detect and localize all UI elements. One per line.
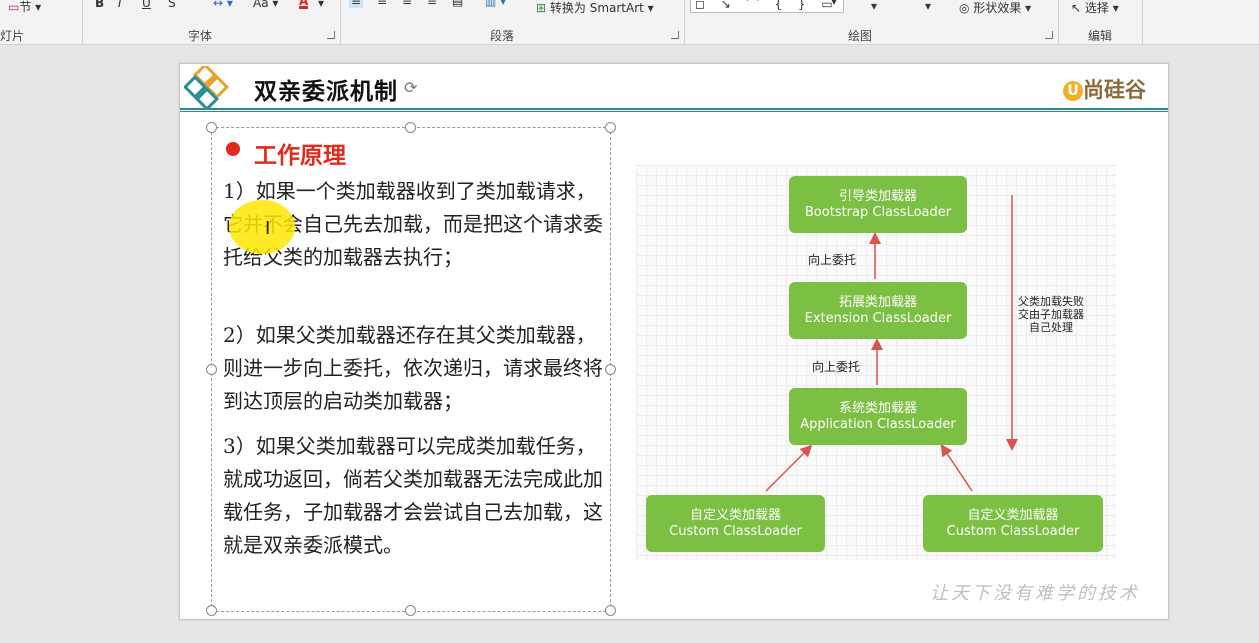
bootstrap-loader-box[interactable]: 引导类加载器 Bootstrap ClassLoader bbox=[789, 176, 967, 233]
shape-effects-button[interactable]: ◎ 形状效果 ▾ bbox=[959, 0, 1031, 16]
application-loader-box[interactable]: 系统类加载器 Application ClassLoader bbox=[789, 388, 967, 445]
font-color-dropdown[interactable]: ▾ bbox=[318, 0, 324, 10]
custom-loader-right-box[interactable]: 自定义类加载器 Custom ClassLoader bbox=[923, 495, 1103, 552]
font-group-label: 字体 bbox=[188, 29, 213, 43]
arrow-custom-left-to-app bbox=[765, 444, 813, 492]
extension-en: Extension ClassLoader bbox=[804, 311, 952, 326]
ribbon-separator bbox=[340, 0, 341, 44]
arrange-dropdown[interactable]: ▾ bbox=[871, 0, 877, 13]
logo-diamonds-icon bbox=[184, 66, 230, 110]
drawing-group-label: 绘图 bbox=[848, 29, 873, 43]
smartart-icon: ⊞ bbox=[536, 1, 547, 15]
shadow-button[interactable]: S bbox=[168, 0, 176, 10]
header-rule bbox=[180, 108, 1168, 110]
align-right-button[interactable]: ≡ bbox=[402, 0, 412, 8]
edit-group-label: 编辑 bbox=[1088, 29, 1113, 43]
fail-note: 父类加载失败 交由子加载器 自己处理 bbox=[1018, 295, 1084, 334]
ribbon-separator bbox=[684, 0, 685, 44]
delegate-up-label-1: 向上委托 bbox=[808, 253, 857, 267]
ribbon-separator bbox=[1058, 0, 1059, 44]
change-case-button[interactable]: Aa ▾ bbox=[253, 0, 278, 10]
slide-canvas[interactable]: 双亲委派机制 ⟳ U 尚硅谷 工作原理 1）如果一个类加载器收到了类加载请求，它并… bbox=[179, 63, 1169, 620]
section-heading: 工作原理 bbox=[254, 142, 346, 169]
resize-handle-n[interactable] bbox=[405, 122, 416, 133]
extension-loader-box[interactable]: 拓展类加载器 Extension ClassLoader bbox=[789, 282, 967, 339]
shape-gallery-scroll[interactable]: ▾ bbox=[831, 0, 837, 8]
justify-button[interactable]: ≡ bbox=[427, 0, 437, 8]
italic-button[interactable]: I bbox=[118, 0, 122, 10]
resize-handle-s[interactable] bbox=[405, 605, 416, 616]
char-spacing-icon[interactable]: ↔ ▾ bbox=[213, 0, 233, 10]
resize-handle-nw[interactable] bbox=[206, 122, 217, 133]
custom-left-en: Custom ClassLoader bbox=[669, 524, 802, 539]
custom-left-cn: 自定义类加载器 bbox=[689, 508, 781, 523]
delegate-up-label-2: 向上委托 bbox=[812, 360, 861, 374]
underline-button[interactable]: U bbox=[142, 0, 151, 10]
align-center-button[interactable]: ≡ bbox=[377, 0, 387, 8]
classloader-diagram[interactable]: 引导类加载器 Bootstrap ClassLoader 向上委托 拓展类加载器… bbox=[636, 165, 1116, 560]
paragraph-3: 3）如果父类加载器可以完成类加载任务，就成功返回，倘若父类加载器无法完成此加载任… bbox=[223, 434, 603, 557]
brand-u-icon: U bbox=[1063, 81, 1083, 101]
select-button[interactable]: ↖ 选择 ▾ bbox=[1071, 0, 1119, 16]
resize-handle-ne[interactable] bbox=[605, 122, 616, 133]
font-color-button[interactable]: A bbox=[299, 0, 309, 9]
resize-handle-w[interactable] bbox=[206, 364, 217, 375]
text-box-selected[interactable]: 工作原理 1）如果一个类加载器收到了类加载请求，它并不会自己先去加载，而是把这个… bbox=[206, 122, 616, 616]
custom-loader-left-box[interactable]: 自定义类加载器 Custom ClassLoader bbox=[646, 495, 825, 552]
brand-logo: U 尚硅谷 bbox=[1063, 74, 1146, 104]
section-button[interactable]: ▭节 ▾ bbox=[8, 0, 41, 15]
columns-button[interactable]: ▥ ▾ bbox=[485, 0, 506, 8]
application-cn: 系统类加载器 bbox=[838, 401, 917, 416]
resize-handle-se[interactable] bbox=[605, 605, 616, 616]
ribbon-separator bbox=[82, 0, 83, 44]
resize-handle-sw[interactable] bbox=[206, 605, 217, 616]
cursor-icon: ↖ bbox=[1071, 1, 1082, 15]
quick-styles-dropdown[interactable]: ▾ bbox=[925, 0, 931, 13]
custom-right-en: Custom ClassLoader bbox=[946, 524, 1080, 539]
header-rule-thin bbox=[180, 111, 1168, 112]
cursor-highlight bbox=[229, 200, 295, 254]
bullet-icon bbox=[226, 142, 240, 156]
rotate-handle-icon[interactable]: ⟳ bbox=[404, 78, 417, 97]
paragraph-2: 2）如果父类加载器还存在其父类加载器，则进一步向上委托，依次递归，请求最终将到达… bbox=[223, 323, 603, 413]
slides-group-label: 灯片 bbox=[0, 29, 25, 43]
bold-button[interactable]: B bbox=[95, 0, 104, 10]
drawing-dialog-launcher-icon[interactable] bbox=[1045, 31, 1053, 39]
bootstrap-en: Bootstrap ClassLoader bbox=[804, 205, 952, 220]
font-dialog-launcher-icon[interactable] bbox=[327, 31, 335, 39]
align-left-button[interactable]: ≡ bbox=[349, 0, 364, 8]
paragraph-group-label: 段落 bbox=[490, 29, 515, 43]
shape-effects-icon: ◎ bbox=[959, 1, 970, 15]
section-icon: ▭ bbox=[8, 0, 20, 14]
shape-gallery[interactable]: ◻ ↘ ⌒ { } ▭ bbox=[690, 0, 844, 13]
slide-title: 双亲委派机制 bbox=[254, 79, 398, 105]
text-cursor-icon: I bbox=[265, 218, 271, 239]
extension-cn: 拓展类加载器 bbox=[838, 295, 917, 310]
paragraph-dialog-launcher-icon[interactable] bbox=[671, 31, 679, 39]
watermark: 让天下没有难学的技术 bbox=[930, 583, 1140, 604]
ribbon-separator bbox=[1142, 0, 1143, 44]
bootstrap-cn: 引导类加载器 bbox=[838, 189, 917, 204]
convert-smartart-button[interactable]: ⊞ 转换为 SmartArt ▾ bbox=[536, 0, 654, 16]
custom-right-cn: 自定义类加载器 bbox=[967, 508, 1059, 523]
application-en: Application ClassLoader bbox=[800, 417, 956, 432]
ribbon: ▭节 ▾ 灯片 B I U S ↔ ▾ Aa ▾ A ▾ 字体 ≡ ≡ ≡ ≡ … bbox=[0, 0, 1259, 45]
distributed-button[interactable]: ▤ bbox=[452, 0, 463, 8]
arrow-custom-right-to-app bbox=[940, 444, 973, 492]
